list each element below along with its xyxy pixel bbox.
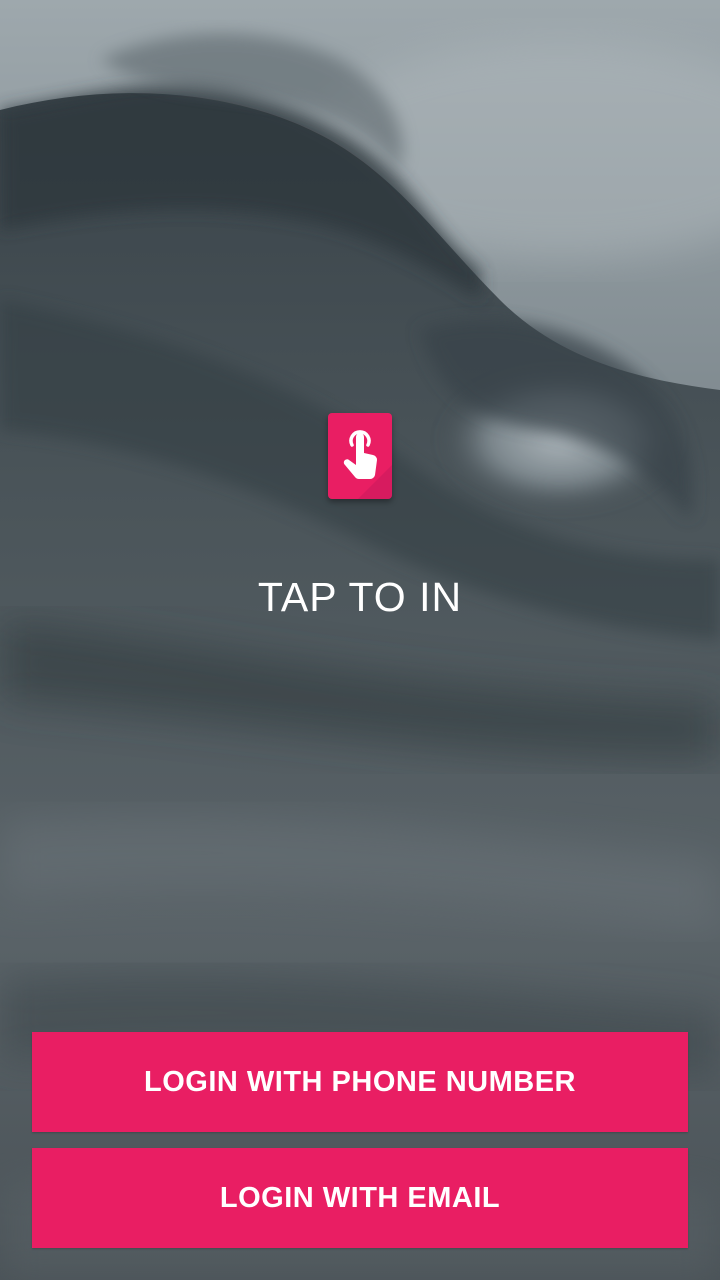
login-screen: TAP TO IN LOGIN WITH PHONE NUMBER LOGIN … [0, 0, 720, 1280]
tap-to-in-label: TAP TO IN [257, 574, 463, 620]
login-with-email-button[interactable]: LOGIN WITH EMAIL [32, 1148, 688, 1248]
login-with-phone-button[interactable]: LOGIN WITH PHONE NUMBER [32, 1032, 688, 1132]
tap-hand-icon [328, 413, 392, 499]
